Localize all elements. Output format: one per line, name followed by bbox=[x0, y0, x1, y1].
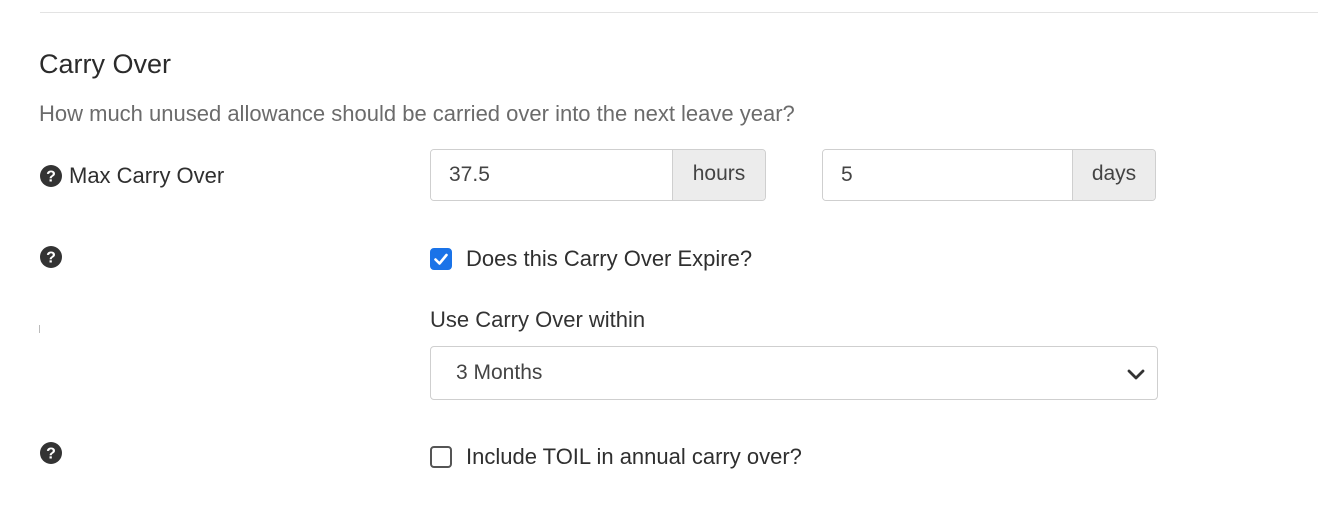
use-within-select[interactable]: 3 Months bbox=[430, 346, 1158, 400]
section-title: Carry Over bbox=[39, 49, 172, 79]
chevron-down-icon bbox=[1125, 363, 1147, 385]
expire-checkbox-label[interactable]: Does this Carry Over Expire? bbox=[466, 245, 752, 273]
hours-unit-addon: hours bbox=[672, 150, 765, 200]
hours-input[interactable] bbox=[431, 150, 672, 200]
days-input-group: days bbox=[822, 149, 1156, 201]
section-description: How much unused allowance should be carr… bbox=[39, 101, 795, 126]
svg-text:?: ? bbox=[46, 446, 56, 463]
divider-tick bbox=[39, 325, 40, 333]
help-question-icon[interactable]: ? bbox=[39, 164, 63, 188]
expire-checkbox[interactable] bbox=[430, 248, 452, 270]
toil-checkbox[interactable] bbox=[430, 446, 452, 468]
checkmark-icon bbox=[434, 253, 448, 265]
toil-checkbox-label[interactable]: Include TOIL in annual carry over? bbox=[466, 443, 802, 471]
days-unit-addon: days bbox=[1072, 150, 1155, 200]
hours-input-group: hours bbox=[430, 149, 766, 201]
max-carry-over-label: Max Carry Over bbox=[69, 163, 225, 188]
use-within-selected-value: 3 Months bbox=[456, 361, 543, 384]
help-question-icon[interactable]: ? bbox=[39, 441, 63, 465]
section-divider bbox=[40, 12, 1318, 13]
use-within-label: Use Carry Over within bbox=[430, 307, 646, 332]
days-input[interactable] bbox=[823, 150, 1072, 200]
svg-text:?: ? bbox=[46, 250, 56, 267]
svg-text:?: ? bbox=[46, 169, 56, 186]
help-question-icon[interactable]: ? bbox=[39, 245, 63, 269]
